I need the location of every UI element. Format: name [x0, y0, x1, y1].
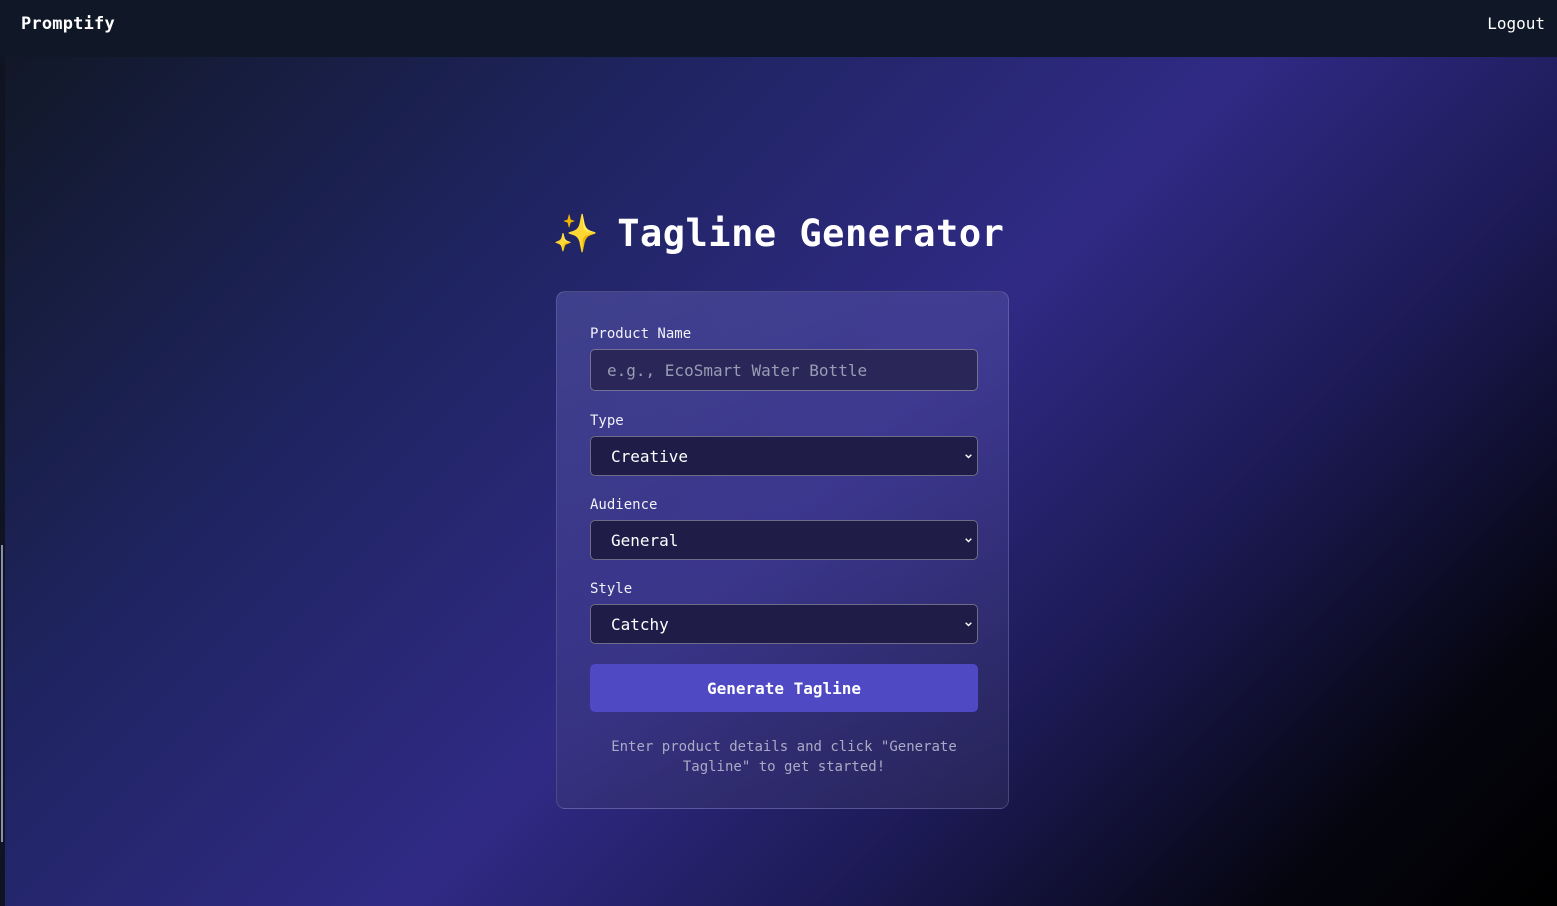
page-title-text: Tagline Generator	[617, 212, 1005, 255]
style-select-value: Catchy	[611, 615, 669, 634]
product-name-input[interactable]	[590, 349, 978, 391]
top-navbar: Promptify Logout	[0, 0, 1557, 57]
style-select[interactable]: Catchy	[590, 604, 978, 644]
type-select[interactable]: Creative	[590, 436, 978, 476]
logout-button[interactable]: Logout	[1487, 14, 1545, 33]
tagline-form-card: Product Name Type Creative Audience Gene…	[556, 291, 1009, 809]
audience-select-value: General	[611, 531, 679, 550]
style-label: Style	[590, 581, 633, 597]
audience-label: Audience	[590, 497, 658, 513]
scrollbar[interactable]	[1, 545, 3, 842]
sparkles-icon: ✨	[552, 212, 600, 255]
audience-select[interactable]: General	[590, 520, 978, 560]
generate-tagline-button[interactable]: Generate Tagline	[590, 664, 978, 712]
page-title: ✨ Tagline Generator	[0, 212, 1557, 256]
chevron-down-icon	[965, 622, 972, 627]
type-label: Type	[590, 413, 624, 429]
product-name-label: Product Name	[590, 326, 692, 342]
empty-state-hint: Enter product details and click "Generat…	[611, 739, 957, 775]
brand-logo[interactable]: Promptify	[21, 14, 115, 34]
type-select-value: Creative	[611, 447, 689, 466]
chevron-down-icon	[965, 454, 972, 459]
chevron-down-icon	[965, 538, 972, 543]
